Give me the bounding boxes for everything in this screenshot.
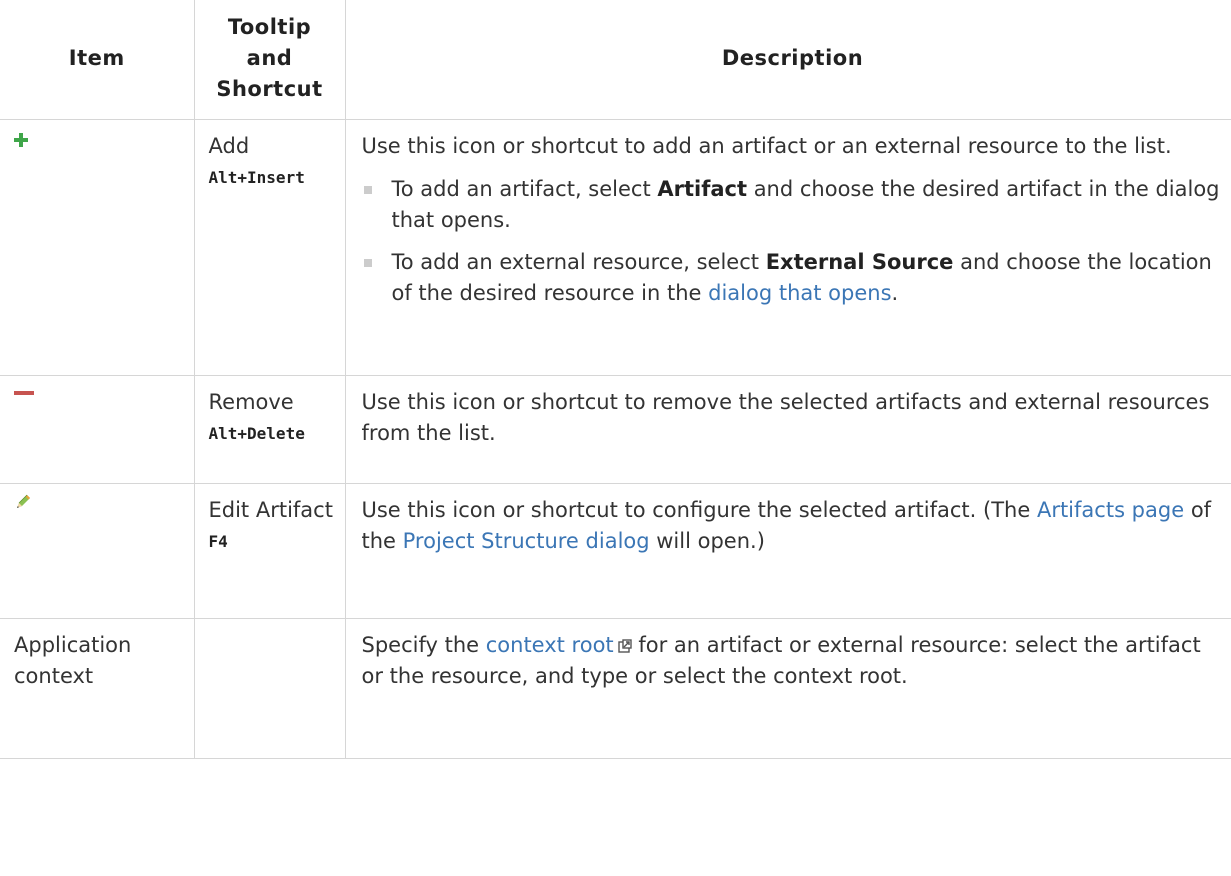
header-tooltip-line-3: Shortcut — [216, 77, 323, 101]
table-row-add: Add Alt+Insert Use this icon or shortcut… — [0, 119, 1231, 376]
table-row-application-context: Application context Specify the context … — [0, 618, 1231, 759]
item-application-context: Application context — [14, 633, 132, 688]
shortcut-edit: F4 — [208, 532, 228, 551]
header-description: Description — [344, 0, 1231, 120]
pencil-icon — [17, 494, 30, 508]
description-remove: Use this icon or shortcut to remove the … — [361, 390, 1210, 445]
external-source-term: External Source — [765, 250, 954, 274]
add-options-list: To add an artifact, select Artifact and … — [362, 174, 1224, 309]
project-structure-dialog-link[interactable]: Project Structure dialog — [403, 529, 650, 553]
item-cell-application-context: Application context — [0, 618, 195, 759]
description-edit: Use this icon or shortcut to configure t… — [362, 495, 1224, 557]
item-cell-add — [0, 119, 195, 376]
description-cell-add: Use this icon or shortcut to add an arti… — [344, 119, 1231, 376]
list-item-add-external: To add an external resource, select Exte… — [362, 247, 1224, 309]
edit-text-end: will open.) — [649, 529, 765, 553]
description-cell-application-context: Specify the context root for an artifact… — [344, 618, 1231, 759]
bullet2-text-end: . — [891, 281, 899, 305]
minus-icon — [14, 391, 34, 395]
bullet-icon — [363, 259, 372, 267]
context-text-start: Specify the — [361, 633, 486, 657]
shortcut-add: Alt+Insert — [208, 168, 305, 187]
artifacts-page-link[interactable]: Artifacts page — [1037, 498, 1184, 522]
reference-table: Item Tooltip and Shortcut Description Ad… — [0, 0, 1231, 759]
dialog-that-opens-link[interactable]: dialog that opens — [708, 281, 891, 305]
bullet2-text-start: To add an external resource, select — [391, 250, 766, 274]
plus-icon — [14, 133, 28, 147]
bullet-icon — [363, 186, 372, 194]
header-tooltip-line-1: Tooltip — [227, 15, 312, 39]
context-root-link[interactable]: context root — [486, 633, 614, 657]
table-row-remove: Remove Alt+Delete Use this icon or short… — [0, 375, 1231, 484]
list-item-add-artifact: To add an artifact, select Artifact and … — [362, 174, 1224, 236]
description-application-context: Specify the context root for an artifact… — [362, 630, 1224, 692]
tooltip-cell-application-context — [193, 618, 346, 759]
description-cell-edit: Use this icon or shortcut to configure t… — [344, 483, 1231, 619]
tooltip-add: Add — [208, 134, 250, 158]
external-link-icon — [617, 639, 632, 653]
header-tooltip-and-shortcut: Tooltip and Shortcut — [193, 0, 346, 120]
header-item: Item — [0, 0, 195, 120]
item-cell-remove — [0, 375, 195, 484]
bullet1-text-start: To add an artifact, select — [391, 177, 658, 201]
header-tooltip-line-2: and — [246, 46, 293, 70]
tooltip-cell-edit: Edit Artifact F4 — [193, 483, 346, 619]
tooltip-remove: Remove — [208, 390, 294, 414]
tooltip-edit-artifact: Edit Artifact — [208, 498, 333, 522]
item-cell-edit — [0, 483, 195, 619]
shortcut-remove: Alt+Delete — [208, 424, 305, 443]
tooltip-cell-remove: Remove Alt+Delete — [193, 375, 346, 484]
table-row-edit: Edit Artifact F4 Use this icon or shortc… — [0, 483, 1231, 619]
description-add: Use this icon or shortcut to add an arti… — [361, 134, 1172, 158]
edit-text-start: Use this icon or shortcut to configure t… — [361, 498, 1037, 522]
artifact-term: Artifact — [657, 177, 748, 201]
tooltip-cell-add: Add Alt+Insert — [193, 119, 346, 376]
header-row: Item Tooltip and Shortcut Description — [0, 0, 1231, 120]
description-cell-remove: Use this icon or shortcut to remove the … — [344, 375, 1231, 484]
